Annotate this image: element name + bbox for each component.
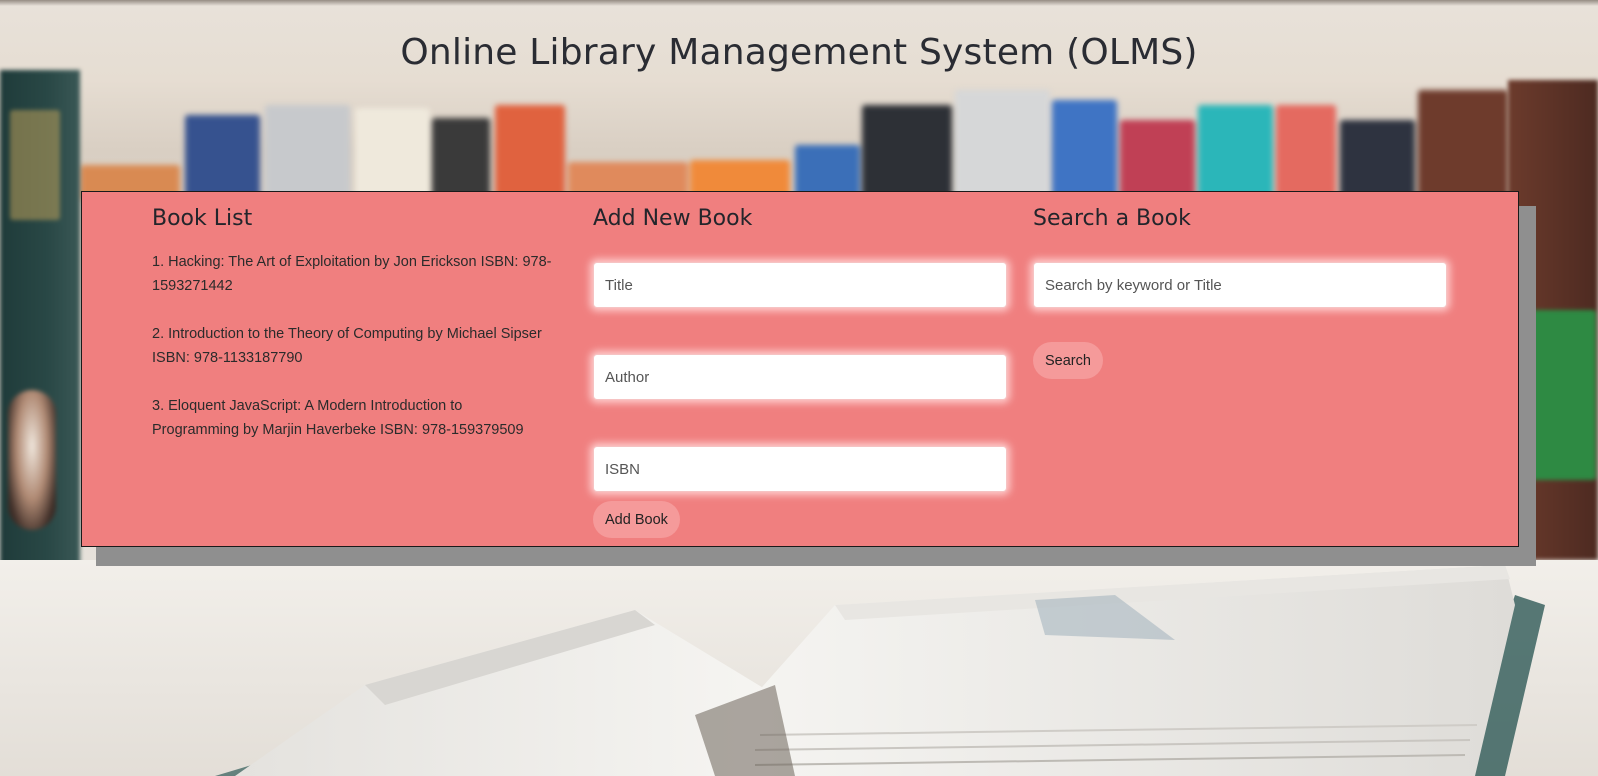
author-input[interactable] xyxy=(593,354,1007,400)
isbn-input[interactable] xyxy=(593,446,1007,492)
book-list-heading: Book List xyxy=(152,206,253,231)
add-book-section: Add New Book Add Book xyxy=(593,204,1007,538)
book-list-item: 3. Eloquent JavaScript: A Modern Introdu… xyxy=(152,398,524,438)
book-list: 1. Hacking: The Art of Exploitation by J… xyxy=(152,250,552,442)
book-list-section: Book List 1. Hacking: The Art of Exploit… xyxy=(152,204,552,466)
book-list-item: 1. Hacking: The Art of Exploitation by J… xyxy=(152,254,552,294)
page-title: Online Library Management System (OLMS) xyxy=(400,32,1198,73)
search-input[interactable] xyxy=(1033,262,1447,308)
book-list-item: 2. Introduction to the Theory of Computi… xyxy=(152,326,542,366)
main-panel: Book List 1. Hacking: The Art of Exploit… xyxy=(81,191,1519,547)
background-open-book-image xyxy=(215,565,1545,776)
add-book-button[interactable]: Add Book xyxy=(593,501,680,538)
search-section: Search a Book Search xyxy=(1033,204,1447,379)
search-heading: Search a Book xyxy=(1033,206,1191,231)
search-button[interactable]: Search xyxy=(1033,342,1103,379)
add-book-heading: Add New Book xyxy=(593,206,753,231)
title-input[interactable] xyxy=(593,262,1007,308)
background-bookshelf xyxy=(0,80,1598,200)
background-left-books xyxy=(0,70,80,570)
